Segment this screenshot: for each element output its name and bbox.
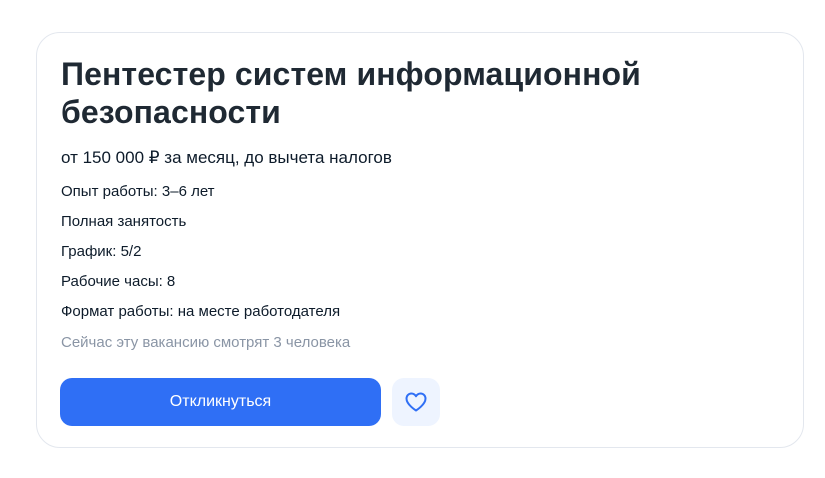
fact-work-format: Формат работы: на месте работодателя [61, 303, 341, 320]
heart-outline-icon [404, 391, 428, 413]
vacancy-facts-list: Опыт работы: 3–6 лет Полная занятость Гр… [61, 182, 340, 332]
viewers-count-text: Сейчас эту вакансию смотрят 3 человека [61, 334, 351, 351]
fact-employment: Полная занятость [61, 213, 187, 230]
favorite-button[interactable] [392, 378, 440, 426]
fact-schedule: График: 5/2 [61, 243, 142, 260]
fact-working-hours: Рабочие часы: 8 [61, 273, 176, 290]
apply-button[interactable]: Откликнуться [60, 378, 381, 426]
vacancy-title: Пентестер систем информационной безопасн… [61, 56, 641, 130]
vacancy-card: Пентестер систем информационной безопасн… [36, 32, 804, 448]
fact-experience: Опыт работы: 3–6 лет [61, 183, 215, 200]
vacancy-salary: от 150 000 ₽ за месяц, до вычета налогов [61, 148, 392, 167]
